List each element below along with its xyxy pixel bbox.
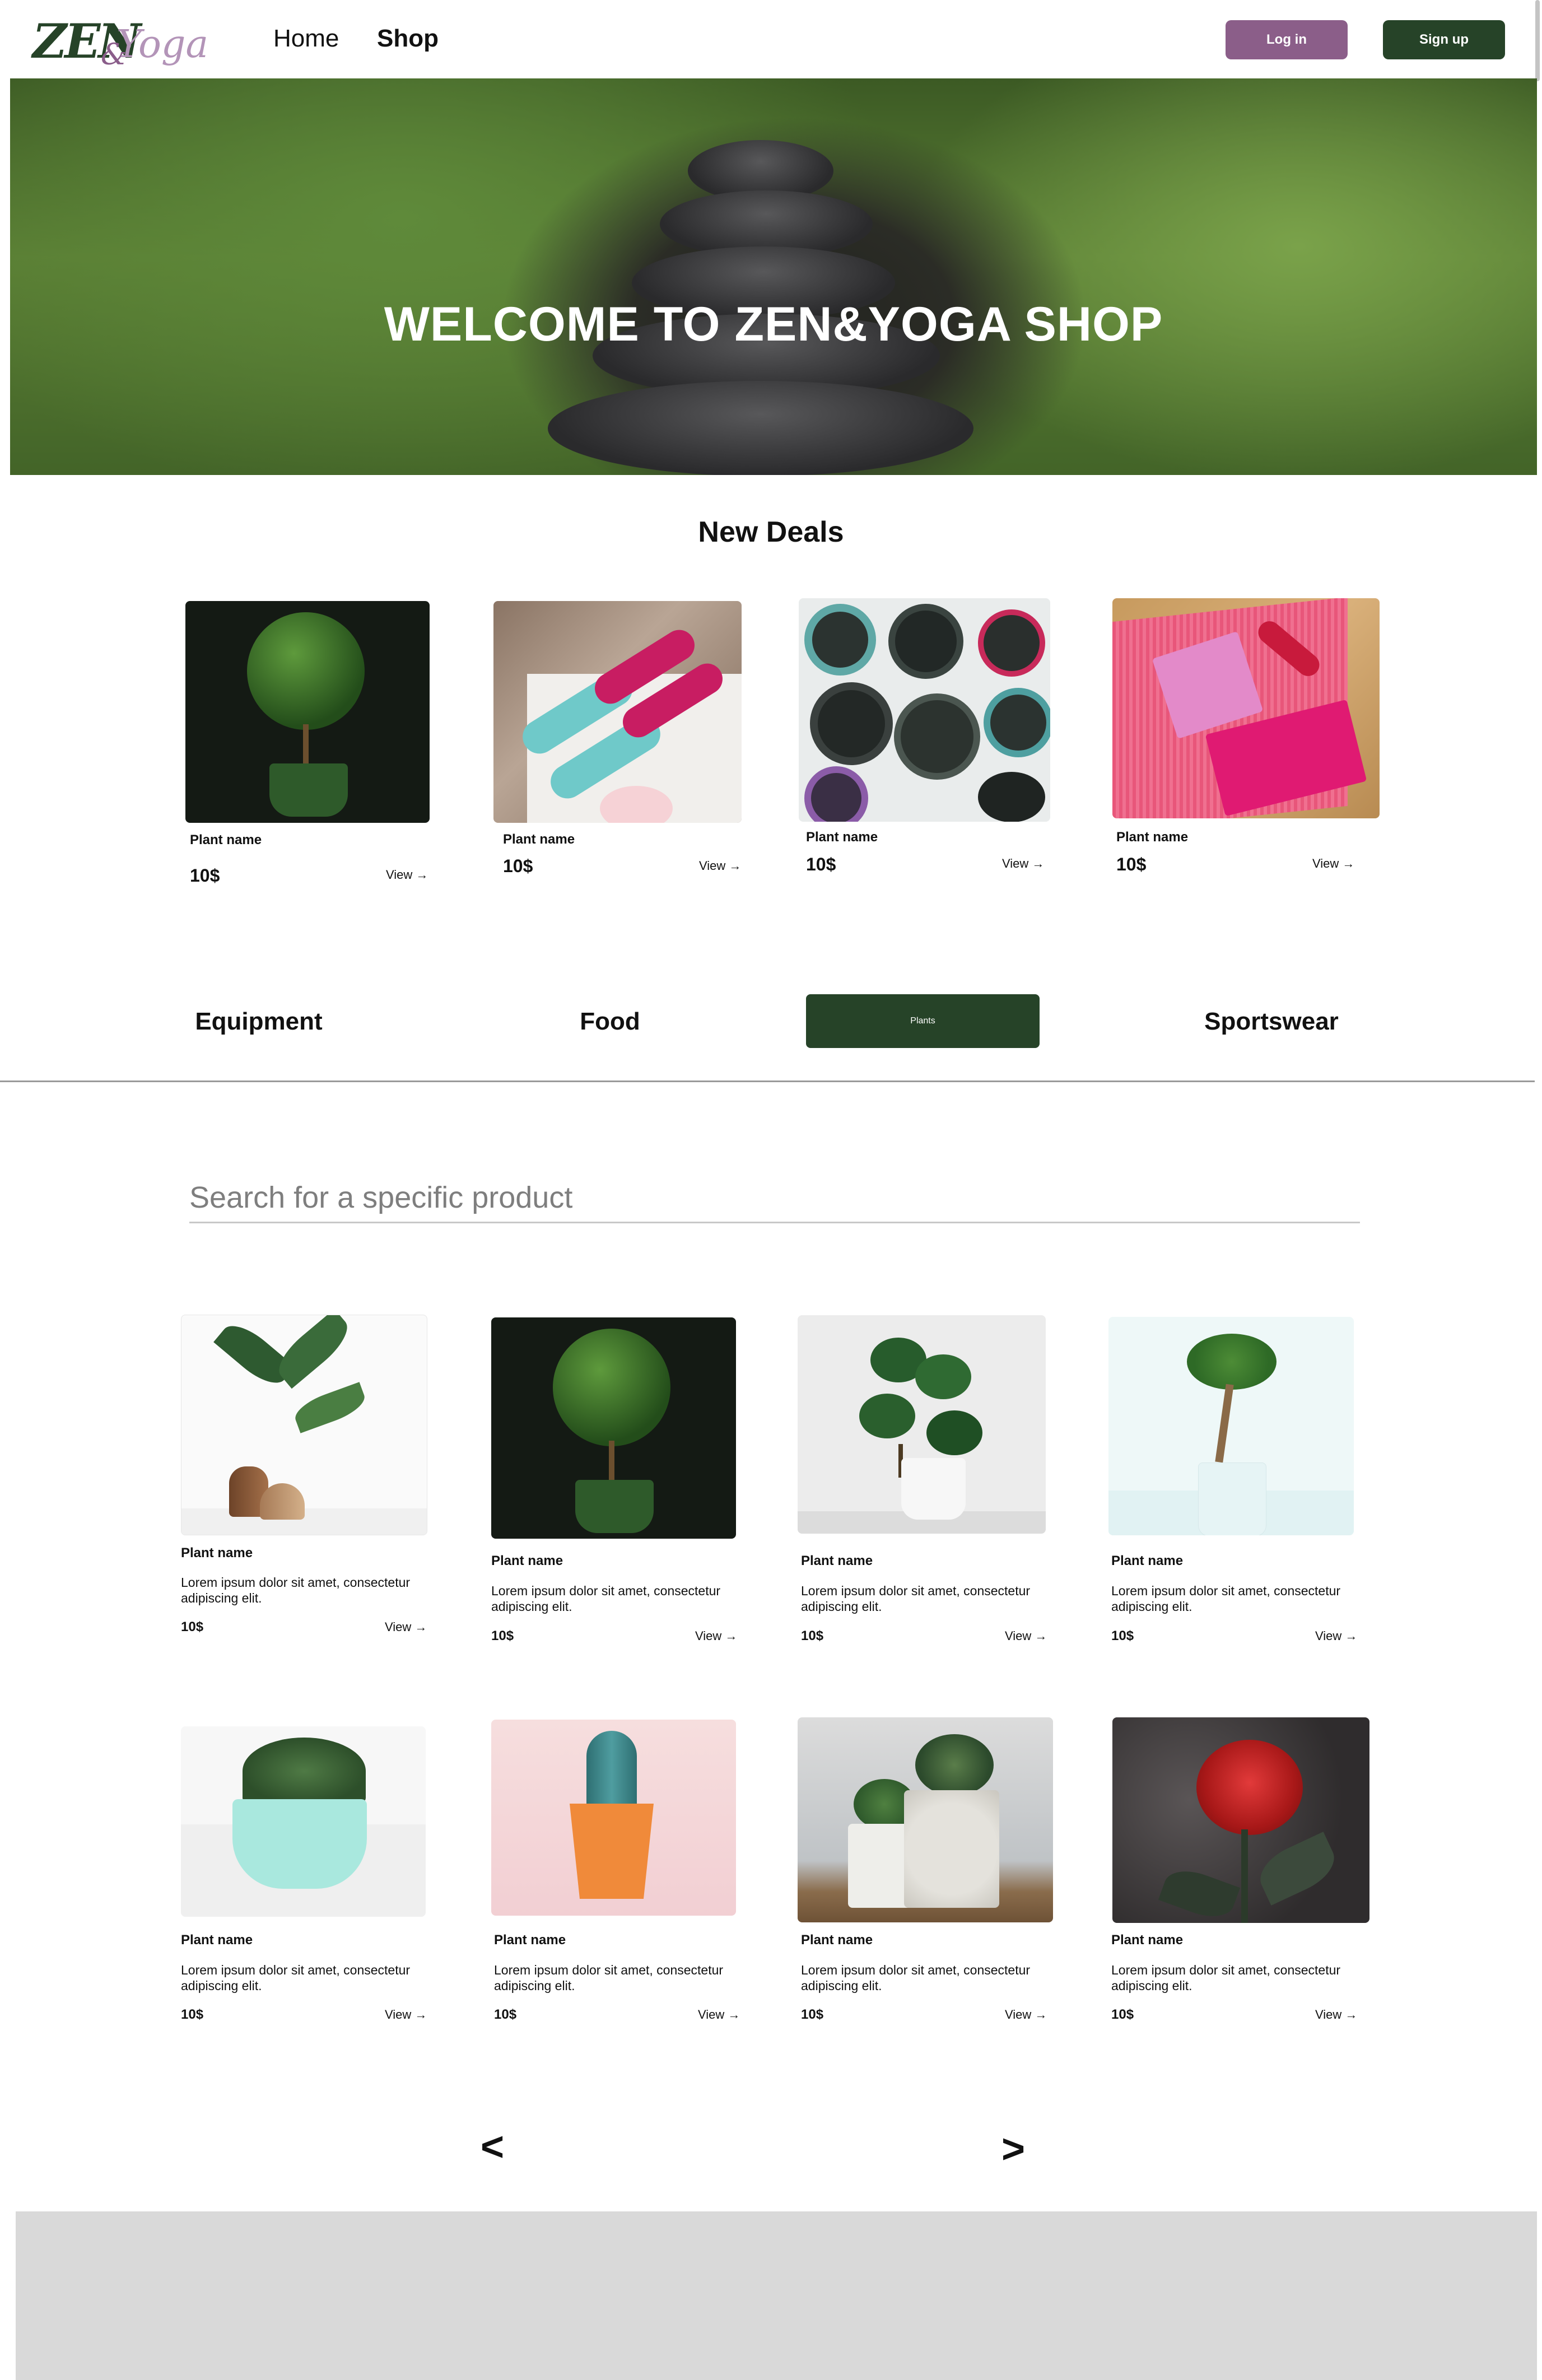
search-input[interactable] xyxy=(189,1173,1360,1223)
signup-button[interactable]: Sign up xyxy=(1383,20,1505,59)
product-image-8[interactable] xyxy=(1112,1717,1369,1923)
product-description: Lorem ipsum dolor sit amet, consectetur … xyxy=(801,1963,1031,1993)
deal-price: 10$ xyxy=(806,854,836,874)
tab-plants[interactable]: Plants xyxy=(806,994,1040,1048)
tabs-divider xyxy=(0,1080,1535,1082)
deal-price: 10$ xyxy=(190,865,220,886)
deal-image-2[interactable] xyxy=(493,601,742,823)
deal-view-link[interactable]: View → xyxy=(699,859,741,873)
hero-banner: WELCOME TO ZEN&YOGA SHOP xyxy=(10,78,1537,475)
product-name: Plant name xyxy=(1111,1932,1184,1948)
tab-food[interactable]: Food xyxy=(498,1008,722,1036)
product-image-2[interactable] xyxy=(491,1317,736,1539)
next-page-button[interactable]: > xyxy=(1001,2126,1025,2172)
product-view-link[interactable]: View → xyxy=(695,1629,737,1643)
product-description: Lorem ipsum dolor sit amet, consectetur … xyxy=(1111,1583,1341,1614)
product-view-link[interactable]: View → xyxy=(1005,1629,1047,1643)
product-description: Lorem ipsum dolor sit amet, consectetur … xyxy=(1111,1963,1341,1993)
product-view-link[interactable]: View → xyxy=(1315,2008,1357,2022)
product-view-link[interactable]: View → xyxy=(1005,2008,1047,2022)
product-price: 10$ xyxy=(491,1628,514,1643)
product-view-link[interactable]: View → xyxy=(698,2008,740,2022)
deal-name: Plant name xyxy=(1116,830,1189,845)
product-price: 10$ xyxy=(181,1619,204,1634)
deal-price: 10$ xyxy=(1116,854,1147,874)
scrollbar[interactable] xyxy=(1535,0,1540,81)
product-image-7[interactable] xyxy=(798,1717,1053,1922)
nav-home[interactable]: Home xyxy=(273,25,339,53)
product-name: Plant name xyxy=(491,1553,563,1568)
product-description: Lorem ipsum dolor sit amet, consectetur … xyxy=(494,1963,724,1993)
site-header: ZEN & Yoga Home Shop Log in Sign up xyxy=(0,0,1542,78)
product-image-5[interactable] xyxy=(181,1726,426,1917)
logo-yoga: Yoga xyxy=(117,22,208,67)
product-description: Lorem ipsum dolor sit amet, consectetur … xyxy=(491,1583,721,1614)
product-view-link[interactable]: View → xyxy=(385,2008,427,2022)
product-name: Plant name xyxy=(801,1553,873,1568)
product-view-link[interactable]: View → xyxy=(1315,1629,1357,1643)
login-button[interactable]: Log in xyxy=(1226,20,1348,59)
product-price: 10$ xyxy=(181,2007,204,2022)
nav-shop[interactable]: Shop xyxy=(377,25,439,53)
prev-page-button[interactable]: < xyxy=(481,2124,504,2170)
deal-name: Plant name xyxy=(503,832,575,847)
product-name: Plant name xyxy=(181,1545,253,1561)
deals-title: New Deals xyxy=(698,516,844,548)
product-name: Plant name xyxy=(801,1932,873,1948)
product-image-6[interactable] xyxy=(491,1720,736,1916)
deal-image-4[interactable] xyxy=(1112,598,1380,818)
product-image-1[interactable] xyxy=(181,1315,427,1535)
deal-image-1[interactable] xyxy=(185,601,430,823)
product-name: Plant name xyxy=(1111,1553,1184,1568)
product-image-3[interactable] xyxy=(798,1315,1046,1534)
product-description: Lorem ipsum dolor sit amet, consectetur … xyxy=(181,1963,411,1993)
deal-view-link[interactable]: View → xyxy=(1312,856,1354,871)
product-description: Lorem ipsum dolor sit amet, consectetur … xyxy=(801,1583,1031,1614)
deal-price: 10$ xyxy=(503,856,533,876)
product-price: 10$ xyxy=(801,1628,824,1643)
tab-sportswear[interactable]: Sportswear xyxy=(1159,1008,1383,1036)
deal-view-link[interactable]: View → xyxy=(386,868,428,882)
product-name: Plant name xyxy=(494,1932,566,1948)
tab-equipment[interactable]: Equipment xyxy=(147,1008,371,1036)
deal-name: Plant name xyxy=(806,830,878,845)
product-image-4[interactable] xyxy=(1108,1317,1354,1535)
footer xyxy=(16,2211,1537,2380)
product-view-link[interactable]: View → xyxy=(385,1620,427,1634)
hero-title: WELCOME TO ZEN&YOGA SHOP xyxy=(384,297,1163,351)
product-price: 10$ xyxy=(494,2007,517,2022)
deal-view-link[interactable]: View → xyxy=(1002,856,1044,871)
product-price: 10$ xyxy=(1111,2007,1134,2022)
deal-image-3[interactable] xyxy=(799,598,1050,822)
product-description: Lorem ipsum dolor sit amet, consectetur … xyxy=(181,1575,411,1605)
logo[interactable]: ZEN & Yoga xyxy=(32,10,208,72)
product-name: Plant name xyxy=(181,1932,253,1948)
product-price: 10$ xyxy=(1111,1628,1134,1643)
product-price: 10$ xyxy=(801,2007,824,2022)
deal-name: Plant name xyxy=(190,832,262,847)
